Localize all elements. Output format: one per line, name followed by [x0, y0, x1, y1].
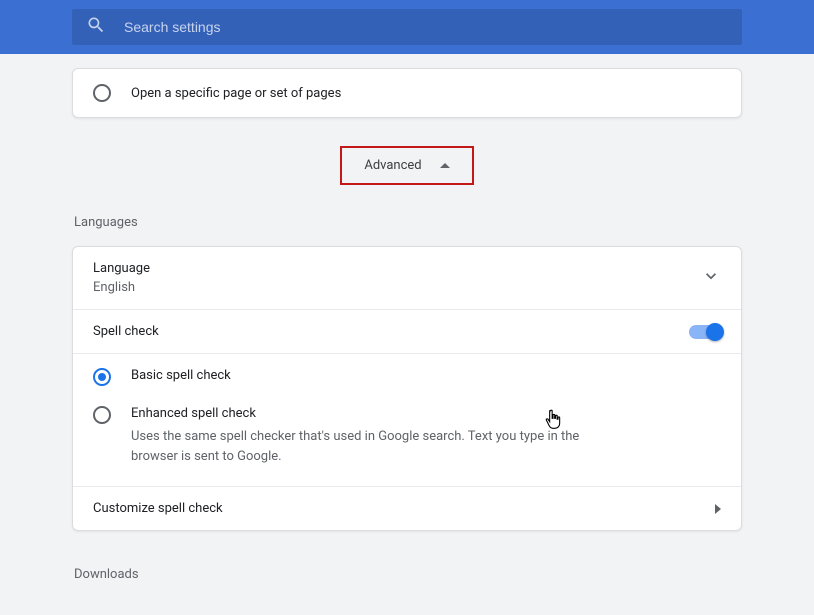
radio-unselected-icon: [93, 406, 111, 424]
customize-spellcheck-label: Customize spell check: [93, 501, 223, 516]
startup-card: Open a specific page or set of pages: [72, 68, 742, 118]
spellcheck-title: Spell check: [93, 324, 159, 339]
language-title: Language: [93, 261, 150, 276]
advanced-label: Advanced: [364, 158, 421, 173]
languages-card: Language English Spell check Basic spell…: [72, 246, 742, 531]
languages-section-title: Languages: [74, 215, 742, 230]
search-box[interactable]: [72, 9, 742, 45]
open-pages-label: Open a specific page or set of pages: [131, 86, 341, 101]
chevron-up-icon: [440, 163, 450, 168]
app-header: [0, 0, 814, 54]
spellcheck-row: Spell check: [73, 309, 741, 353]
language-text: Language English: [93, 261, 150, 295]
spellcheck-options: Basic spell check Enhanced spell check U…: [73, 353, 741, 486]
customize-spellcheck-row[interactable]: Customize spell check: [73, 486, 741, 530]
radio-selected-icon: [93, 368, 111, 386]
advanced-section: Advanced: [72, 118, 742, 209]
content-area: Open a specific page or set of pages Adv…: [0, 68, 814, 582]
enhanced-spellcheck-desc: Uses the same spell checker that's used …: [131, 427, 591, 466]
enhanced-spellcheck-label: Enhanced spell check: [131, 406, 591, 421]
search-icon: [86, 15, 106, 39]
enhanced-spellcheck-option[interactable]: Enhanced spell check Uses the same spell…: [73, 396, 741, 476]
advanced-toggle[interactable]: Advanced: [340, 146, 473, 185]
language-value: English: [93, 280, 150, 295]
basic-spellcheck-label: Basic spell check: [131, 368, 231, 383]
radio-unselected-icon: [93, 84, 111, 102]
chevron-down-icon: [701, 266, 721, 290]
open-pages-option[interactable]: Open a specific page or set of pages: [73, 69, 741, 117]
chevron-right-icon: [715, 504, 721, 514]
downloads-section-title: Downloads: [74, 567, 742, 582]
language-row[interactable]: Language English: [73, 247, 741, 309]
basic-spellcheck-option[interactable]: Basic spell check: [73, 358, 741, 396]
spellcheck-toggle[interactable]: [689, 325, 721, 339]
search-input[interactable]: [124, 19, 728, 35]
